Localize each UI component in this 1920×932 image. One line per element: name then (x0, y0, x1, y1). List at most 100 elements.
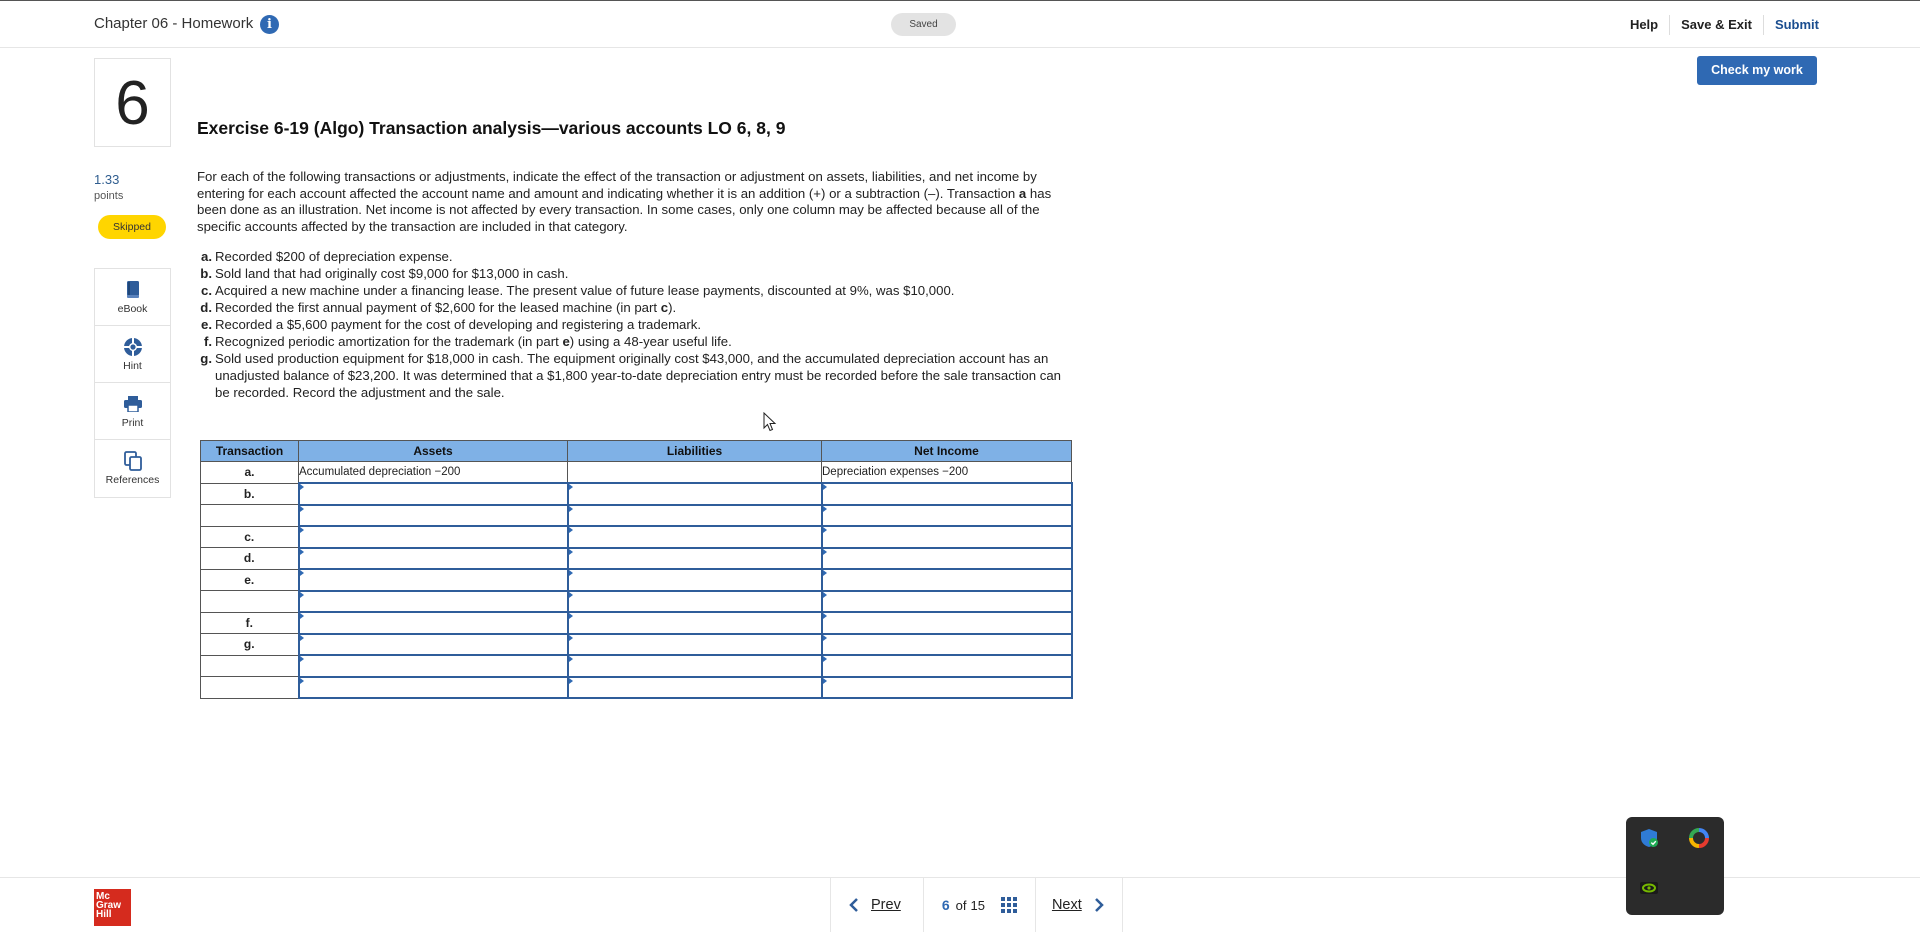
list-item-text: Sold land that had originally cost $9,00… (215, 265, 568, 282)
points-value: 1.33 (94, 172, 120, 187)
liabilities-input-cell[interactable] (566, 654, 823, 678)
row-label (200, 676, 299, 699)
liabilities-input-cell[interactable] (566, 589, 823, 613)
liabilities-input-cell[interactable] (566, 611, 823, 635)
prev-label: Prev (871, 897, 901, 913)
instructions-text: For each of the following transactions o… (197, 169, 1082, 235)
list-item-letter: f. (203, 334, 212, 349)
net-income-input-cell[interactable] (820, 632, 1073, 656)
column-header-liabilities: Liabilities (567, 440, 822, 462)
help-link[interactable]: Help (1619, 15, 1671, 35)
list-item-text: Recorded $200 of depreciation expense. (215, 248, 453, 265)
list-item-part: Sold used production equipment for $18,0… (215, 351, 1062, 400)
list-item-part: Recorded a $5,600 payment for the cost o… (215, 317, 702, 332)
assets-input-cell[interactable] (297, 568, 569, 592)
table-row-example: a. Accumulated depreciation −200 Depreci… (200, 461, 1072, 484)
current-page: 6 (941, 897, 950, 913)
liabilities-input-cell[interactable] (566, 503, 823, 527)
net-income-input-cell[interactable] (820, 675, 1073, 699)
list-item-part: Acquired a new machine under a financing… (215, 283, 955, 298)
assets-input-cell[interactable] (297, 632, 569, 656)
copy-icon (123, 451, 142, 471)
net-income-input-cell[interactable] (820, 525, 1073, 549)
list-item-letter: a. (201, 249, 212, 264)
net-income-input-cell[interactable] (820, 568, 1073, 592)
transaction-list: a. Recorded $200 of depreciation expense.… (199, 248, 1079, 401)
top-header: Chapter 06 - Homework i Saved Help Save … (0, 0, 1920, 48)
liabilities-input-cell[interactable] (566, 632, 823, 656)
list-item-text: Sold used production equipment for $18,0… (215, 350, 1079, 401)
net-income-input-cell[interactable] (820, 611, 1073, 635)
net-income-input-cell[interactable] (820, 589, 1073, 613)
info-icon[interactable]: i (260, 15, 279, 34)
liabilities-input-cell[interactable] (566, 525, 823, 549)
print-button[interactable]: Print (95, 383, 170, 440)
nvidia-icon[interactable] (1638, 877, 1660, 899)
net-income-cell: Depreciation expenses −200 (821, 461, 1072, 484)
list-item-letter: d. (200, 300, 212, 315)
net-income-input-cell[interactable] (820, 482, 1073, 506)
colorful-ring-icon[interactable] (1688, 827, 1710, 849)
assets-input-cell[interactable] (297, 654, 569, 678)
assets-input-cell[interactable] (297, 546, 569, 570)
assets-input-cell[interactable] (297, 589, 569, 613)
page-indicator[interactable]: 6 of 15 (922, 878, 1036, 932)
list-item-part: ) using a 48-year useful life. (569, 334, 732, 349)
net-income-input-cell[interactable] (820, 546, 1073, 570)
save-exit-link[interactable]: Save & Exit (1670, 15, 1764, 35)
list-item-letter: b. (200, 266, 212, 281)
security-shield-icon[interactable] (1638, 827, 1660, 849)
check-my-work-button[interactable]: Check my work (1697, 56, 1817, 85)
logo-line: Hill (96, 909, 112, 920)
assets-input-cell[interactable] (297, 482, 569, 506)
row-label: c. (200, 525, 299, 548)
liabilities-input-cell[interactable] (566, 568, 823, 592)
exercise-title: Exercise 6-19 (Algo) Transaction analysi… (197, 118, 786, 138)
references-button[interactable]: References (95, 440, 170, 497)
prev-button[interactable]: Prev (830, 878, 923, 932)
net-income-input-cell[interactable] (820, 503, 1073, 527)
table-row: e. (200, 568, 1073, 592)
list-item: b. Sold land that had originally cost $9,… (199, 265, 1079, 282)
liabilities-input-cell[interactable] (566, 675, 823, 699)
column-header-transaction: Transaction (200, 440, 299, 462)
assets-input-cell[interactable] (297, 525, 569, 549)
assignment-title: Chapter 06 - Homework (94, 15, 254, 32)
list-item-letter: g. (200, 351, 212, 366)
assets-input-cell[interactable] (297, 675, 569, 699)
instructions-part: For each of the following transactions o… (197, 169, 1037, 201)
transaction-table: Transaction Assets Liabilities Net Incom… (200, 440, 1073, 699)
list-item-letter: c. (201, 283, 212, 298)
list-item-part: Recorded $200 of depreciation expense. (215, 249, 453, 264)
list-item-part: ). (668, 300, 677, 315)
submit-link[interactable]: Submit (1764, 15, 1819, 35)
book-icon (125, 280, 141, 300)
next-button[interactable]: Next (1036, 878, 1123, 932)
ebook-button[interactable]: eBook (95, 269, 170, 326)
row-label: b. (200, 482, 299, 505)
table-row (200, 589, 1073, 613)
lifebuoy-icon (123, 337, 143, 357)
grid-icon[interactable] (1000, 897, 1017, 913)
list-item-letter: e. (201, 317, 212, 332)
list-item: d. Recorded the first annual payment of $… (199, 299, 1079, 316)
question-navigation: Prev 6 of 15 Next (830, 878, 1123, 932)
points-label: points (94, 190, 124, 202)
liabilities-input-cell[interactable] (566, 482, 823, 506)
next-label: Next (1051, 897, 1082, 913)
list-item: e. Recorded a $5,600 payment for the cost… (199, 316, 1079, 333)
hint-button[interactable]: Hint (95, 326, 170, 383)
assets-input-cell[interactable] (297, 611, 569, 635)
assets-input-cell[interactable] (297, 503, 569, 527)
mouse-cursor-icon (763, 412, 777, 432)
list-item-text: Acquired a new machine under a financing… (215, 282, 954, 299)
list-item: a. Recorded $200 of depreciation expense. (199, 248, 1079, 265)
table-row: d. (200, 546, 1073, 570)
hint-label: Hint (123, 359, 142, 372)
net-income-input-cell[interactable] (820, 654, 1073, 678)
liabilities-input-cell[interactable] (566, 546, 823, 570)
list-item-part: Sold land that had originally cost $9,00… (215, 266, 569, 281)
column-header-net-income: Net Income (821, 440, 1072, 462)
page-of: of (955, 897, 967, 913)
tools-panel: eBook Hint Print References (94, 268, 171, 498)
